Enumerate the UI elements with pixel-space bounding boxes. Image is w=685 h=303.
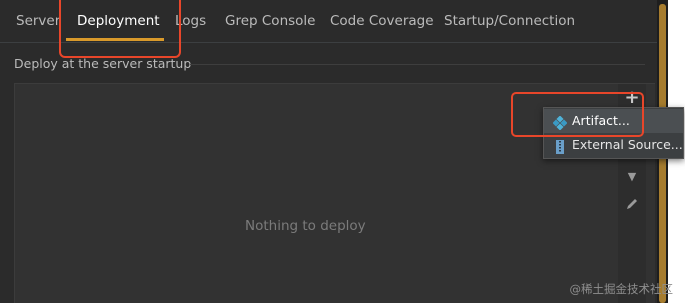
tab-code-coverage[interactable]: Code Coverage — [330, 0, 434, 42]
highlight-deployment-tab — [59, 0, 181, 58]
empty-state-text: Nothing to deploy — [245, 218, 366, 234]
pencil-icon[interactable] — [621, 193, 643, 215]
tab-server[interactable]: Server — [16, 0, 60, 42]
tab-startup-connection[interactable]: Startup/Connection — [444, 0, 575, 42]
section-divider — [190, 64, 645, 65]
tab-grep-console[interactable]: Grep Console — [225, 0, 315, 42]
highlight-artifact-item — [511, 92, 644, 137]
archive-icon — [553, 138, 567, 154]
section-title: Deploy at the server startup — [14, 56, 192, 71]
watermark: @稀土掘金技术社区 — [569, 282, 674, 296]
arrow-down-icon[interactable]: ▼ — [621, 166, 643, 188]
